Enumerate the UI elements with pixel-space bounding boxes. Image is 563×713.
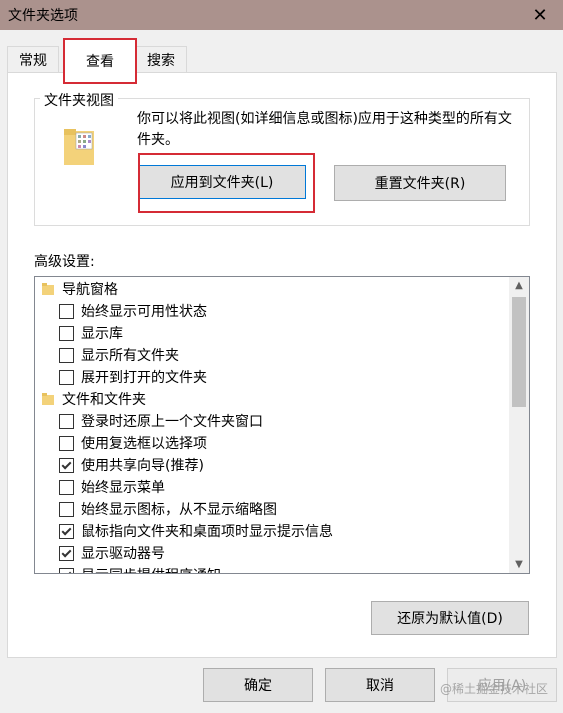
- setting-label: 显示所有文件夹: [81, 348, 179, 364]
- folder-icon: [42, 393, 54, 405]
- cancel-button[interactable]: 取消: [325, 668, 435, 702]
- checkbox-checked[interactable]: [59, 567, 74, 573]
- checkbox[interactable]: [59, 501, 74, 517]
- folder-view-legend: 文件夹视图: [40, 90, 118, 110]
- setting-checkbox-row[interactable]: 使用共享向导(推荐): [35, 454, 505, 476]
- scroll-thumb[interactable]: [512, 297, 526, 407]
- reset-folders-button[interactable]: 重置文件夹(R): [334, 165, 506, 201]
- checkbox-checked[interactable]: [59, 457, 74, 473]
- checkbox-checked[interactable]: [59, 545, 74, 561]
- checkbox-checked[interactable]: [59, 523, 74, 539]
- setting-label: 鼠标指向文件夹和桌面项时显示提示信息: [81, 524, 333, 540]
- close-icon: ✕: [532, 4, 548, 26]
- setting-label: 显示库: [81, 326, 123, 342]
- setting-checkbox-row[interactable]: 显示同步提供程序通知: [35, 564, 505, 573]
- setting-checkbox-row[interactable]: 登录时还原上一个文件夹窗口: [35, 410, 505, 432]
- chevron-down-icon: ▼: [515, 559, 523, 570]
- setting-label: 使用共享向导(推荐): [81, 458, 204, 474]
- tab-view[interactable]: 查看: [63, 38, 137, 84]
- advanced-settings-label: 高级设置:: [34, 254, 95, 270]
- watermark: @稀土掘金技术社区: [440, 682, 549, 696]
- close-button[interactable]: ✕: [517, 0, 563, 30]
- checkbox[interactable]: [59, 369, 74, 385]
- tab-search[interactable]: 搜索: [135, 46, 187, 73]
- setting-checkbox-row[interactable]: 鼠标指向文件夹和桌面项时显示提示信息: [35, 520, 505, 542]
- setting-checkbox-row[interactable]: 展开到打开的文件夹: [35, 366, 505, 388]
- setting-checkbox-row[interactable]: 显示库: [35, 322, 505, 344]
- setting-label: 使用复选框以选择项: [81, 436, 207, 452]
- folder-view-description: 你可以将此视图(如详细信息或图标)应用于这种类型的所有文件夹。: [137, 111, 512, 148]
- scrollbar[interactable]: ▲ ▼: [509, 277, 529, 573]
- checkbox[interactable]: [59, 479, 74, 495]
- scroll-down-button[interactable]: ▼: [509, 556, 529, 573]
- window-title: 文件夹选项: [8, 8, 78, 24]
- ok-button[interactable]: 确定: [203, 668, 313, 702]
- setting-checkbox-row[interactable]: 始终显示图标，从不显示缩略图: [35, 498, 505, 520]
- settings-group: 文件和文件夹: [35, 388, 505, 410]
- setting-checkbox-row[interactable]: 使用复选框以选择项: [35, 432, 505, 454]
- advanced-settings-list[interactable]: 导航窗格始终显示可用性状态 显示库显示所有文件夹展开到打开的文件夹文件和文件夹登录…: [34, 276, 530, 574]
- setting-label: 始终显示图标，从不显示缩略图: [81, 502, 277, 518]
- setting-label: 始终显示可用性状态: [81, 304, 207, 320]
- checkbox[interactable]: [59, 413, 74, 429]
- setting-label: 始终显示菜单: [81, 480, 165, 496]
- setting-checkbox-row[interactable]: 显示驱动器号: [35, 542, 505, 564]
- title-bar: 文件夹选项 ✕: [0, 0, 563, 30]
- setting-label: 登录时还原上一个文件夹窗口: [81, 414, 263, 430]
- tab-general[interactable]: 常规: [7, 46, 59, 73]
- setting-label: 显示同步提供程序通知: [81, 565, 221, 573]
- chevron-up-icon: ▲: [515, 280, 523, 291]
- settings-group: 导航窗格: [35, 278, 505, 300]
- checkbox[interactable]: [59, 303, 74, 319]
- setting-checkbox-row[interactable]: 始终显示菜单: [35, 476, 505, 498]
- setting-label: 文件和文件夹: [62, 392, 146, 408]
- apply-to-folders-button[interactable]: 应用到文件夹(L): [138, 165, 306, 199]
- nav-pane-icon: [42, 283, 54, 295]
- setting-checkbox-row[interactable]: 显示所有文件夹: [35, 344, 505, 366]
- folder-view-icon: [64, 129, 94, 165]
- scroll-up-button[interactable]: ▲: [509, 277, 529, 294]
- checkbox[interactable]: [59, 435, 74, 451]
- restore-defaults-button[interactable]: 还原为默认值(D): [371, 601, 529, 635]
- checkbox[interactable]: [59, 325, 74, 341]
- checkbox[interactable]: [59, 347, 74, 363]
- setting-label: 显示驱动器号: [81, 546, 165, 562]
- setting-label: 展开到打开的文件夹: [81, 370, 207, 386]
- setting-label: 导航窗格: [62, 282, 118, 298]
- setting-checkbox-row[interactable]: 始终显示可用性状态: [35, 300, 505, 322]
